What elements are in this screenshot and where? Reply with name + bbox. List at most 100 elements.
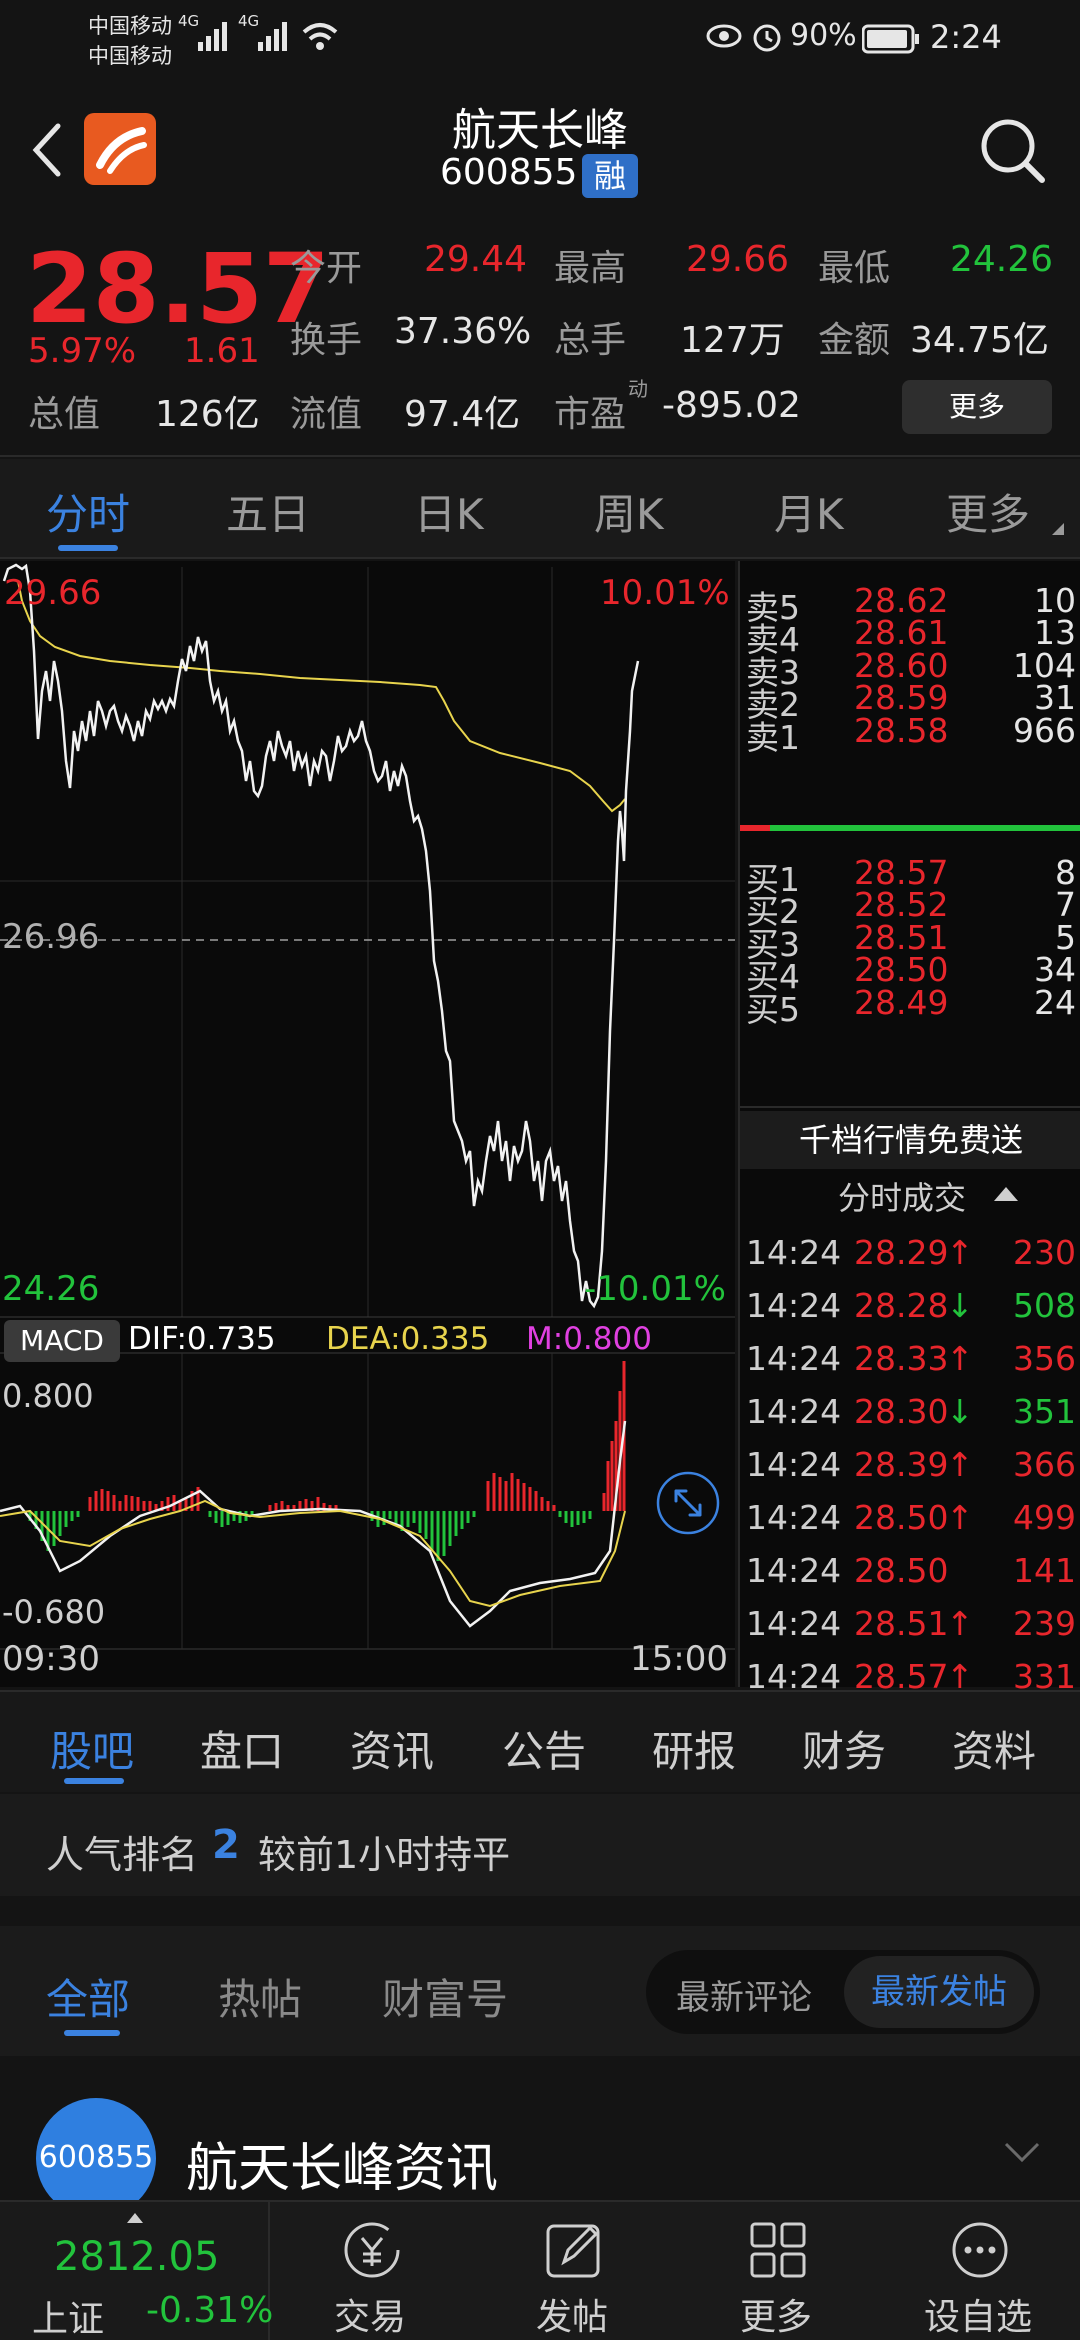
pe-label: 市盈: [554, 394, 627, 435]
change-percent: 5.97%: [28, 331, 137, 371]
wifi-icon: [302, 23, 338, 50]
tab-daily-k[interactable]: 日K: [414, 481, 484, 542]
rank-suffix: 较前1小时持平: [258, 1833, 511, 1877]
divider: [740, 1106, 1080, 1108]
chart-canvas: [0, 563, 735, 1650]
chart-prev-close: 26.96: [2, 917, 100, 957]
tab-financials[interactable]: 财务: [802, 1718, 886, 1779]
trade-row: 14:24 28.51 ↑ 239: [740, 1598, 1080, 1646]
quote-panel: 28.57 5.97% 1.61 总值 126亿 今开 29.44 最高 29.…: [0, 225, 1080, 457]
trade-icon: [344, 2222, 400, 2278]
search-icon[interactable]: [978, 116, 1048, 186]
current-price: 28.57: [26, 233, 330, 345]
ask-row[interactable]: 卖1 28.58 966: [740, 705, 1080, 757]
trade-volume: 351: [1013, 1392, 1076, 1431]
index-ticker[interactable]: 2812.05 上证 -0.31%: [0, 2202, 273, 2340]
tab-monthly-k[interactable]: 月K: [774, 481, 844, 542]
amount-label: 金额: [818, 320, 891, 361]
bid-row[interactable]: 买5 28.49 24: [740, 977, 1080, 1029]
trade-time: 14:24: [746, 1392, 842, 1431]
average-price-line: [17, 580, 626, 813]
ob-price: 28.49: [854, 982, 949, 1022]
feed-item[interactable]: 600855 航天长峰资讯: [0, 2060, 1080, 2218]
bottom-nav: 2812.05 上证 -0.31% 交易 发帖 更多 设自选: [0, 2200, 1080, 2340]
chart-low-price: 24.26: [2, 1269, 100, 1309]
trade-volume: 508: [1013, 1286, 1076, 1325]
trade-volume: 366: [1013, 1445, 1076, 1484]
nav-post[interactable]: 发帖: [472, 2202, 672, 2340]
trade-price: 28.28: [854, 1286, 949, 1325]
nav-add-watchlist-label: 设自选: [923, 2297, 1032, 2338]
feed-tab-all[interactable]: 全部: [46, 1966, 130, 2027]
trade-price: 28.51: [854, 1604, 949, 1643]
tab-forum[interactable]: 股吧: [50, 1718, 134, 1779]
sort-latest-comment[interactable]: 最新评论: [676, 1970, 812, 2019]
macd-m: M:0.800: [526, 1321, 652, 1357]
trade-row: 14:24 28.30 ↓ 351: [740, 1386, 1080, 1434]
nav-add-watchlist[interactable]: 设自选: [878, 2202, 1078, 2340]
trade-row: 14:24 28.50 ↑ 499: [740, 1492, 1080, 1540]
trade-price: 28.50: [854, 1551, 949, 1590]
trades-title[interactable]: 分时成交: [838, 1173, 966, 1219]
dropdown-corner-icon: [1052, 523, 1064, 535]
nav-trade-label: 交易: [333, 2297, 406, 2338]
dea-line: [0, 1499, 626, 1608]
trade-volume: 230: [1013, 1233, 1076, 1272]
volume-label: 总手: [554, 320, 627, 361]
trade-price: 28.50: [854, 1498, 949, 1537]
ob-quantity: 966: [1013, 710, 1076, 750]
carrier-2: 中国移动: [88, 44, 172, 68]
tab-more[interactable]: 更多: [946, 481, 1030, 542]
chart-tabs: 分时 五日 日K 周K 月K 更多: [0, 459, 1080, 559]
promo-banner[interactable]: 千档行情免费送: [740, 1111, 1080, 1169]
feed-item-title: 航天长峰资讯: [186, 2139, 499, 2199]
arrow-down-icon: ↓: [946, 1392, 974, 1431]
popularity-rank[interactable]: 人气排名 2 较前1小时持平: [0, 1794, 1080, 1896]
stock-header: 航天长峰 600855 融: [0, 80, 1080, 225]
macd-indicator-button[interactable]: MACD: [4, 1320, 120, 1362]
volume-value: 127万: [680, 320, 785, 361]
tab-profile[interactable]: 资料: [952, 1718, 1036, 1779]
mcap-label: 总值: [28, 394, 101, 435]
margin-badge: 融: [582, 154, 638, 198]
edit-icon: [546, 2224, 600, 2278]
tab-five-day[interactable]: 五日: [226, 481, 310, 542]
trade-price: 28.29: [854, 1233, 949, 1272]
collapse-up-icon[interactable]: [992, 1185, 1020, 1203]
arrow-up-icon: ↑: [946, 1604, 974, 1643]
status-bar: 中国移动 中国移动 4G 4G 90% 2:24: [0, 0, 1080, 80]
tab-intraday[interactable]: 分时: [46, 481, 130, 542]
bid-ask-ratio-bar: [740, 825, 1080, 831]
macd-top-value: 0.800: [2, 1377, 94, 1415]
nav-trade[interactable]: 交易: [270, 2202, 470, 2340]
trade-volume: 499: [1013, 1498, 1076, 1537]
trade-price: 28.39: [854, 1445, 949, 1484]
signal-icon: [198, 22, 227, 51]
tab-news[interactable]: 资讯: [350, 1718, 434, 1779]
feed-tab-hot[interactable]: 热帖: [218, 1966, 302, 2027]
tab-market-depth[interactable]: 盘口: [200, 1718, 284, 1779]
ratio-fill: [740, 825, 770, 831]
arrow-up-icon: ↑: [946, 1233, 974, 1272]
sort-latest-post[interactable]: 最新发帖: [844, 1956, 1034, 2028]
chart-top-price: 29.66: [4, 573, 102, 613]
macd-bottom-value: -0.680: [2, 1593, 106, 1631]
trade-row: 14:24 28.33 ↑ 356: [740, 1333, 1080, 1381]
trade-time: 14:24: [746, 1233, 842, 1272]
more-quote-button[interactable]: 更多: [902, 380, 1052, 434]
chevron-down-icon[interactable]: [1004, 2140, 1040, 2164]
trade-time: 14:24: [746, 1498, 842, 1537]
sort-toggle: 最新评论 最新发帖: [646, 1950, 1040, 2034]
trade-volume: 141: [1013, 1551, 1076, 1590]
feed-tab-fortune[interactable]: 财富号: [382, 1966, 508, 2027]
tab-research[interactable]: 研报: [652, 1718, 736, 1779]
stock-code: 600855: [440, 152, 578, 193]
tab-announcements[interactable]: 公告: [502, 1718, 586, 1779]
intraday-chart[interactable]: 29.66 10.01% 26.96 24.26 -10.01% MACD DI…: [0, 561, 735, 1687]
trade-volume: 239: [1013, 1604, 1076, 1643]
ob-level-label: 卖1: [746, 717, 800, 757]
tab-weekly-k[interactable]: 周K: [594, 481, 664, 542]
stock-name: 航天长峰: [452, 105, 628, 156]
macd-dif: DIF:0.735: [128, 1321, 276, 1357]
nav-more[interactable]: 更多: [676, 2202, 876, 2340]
